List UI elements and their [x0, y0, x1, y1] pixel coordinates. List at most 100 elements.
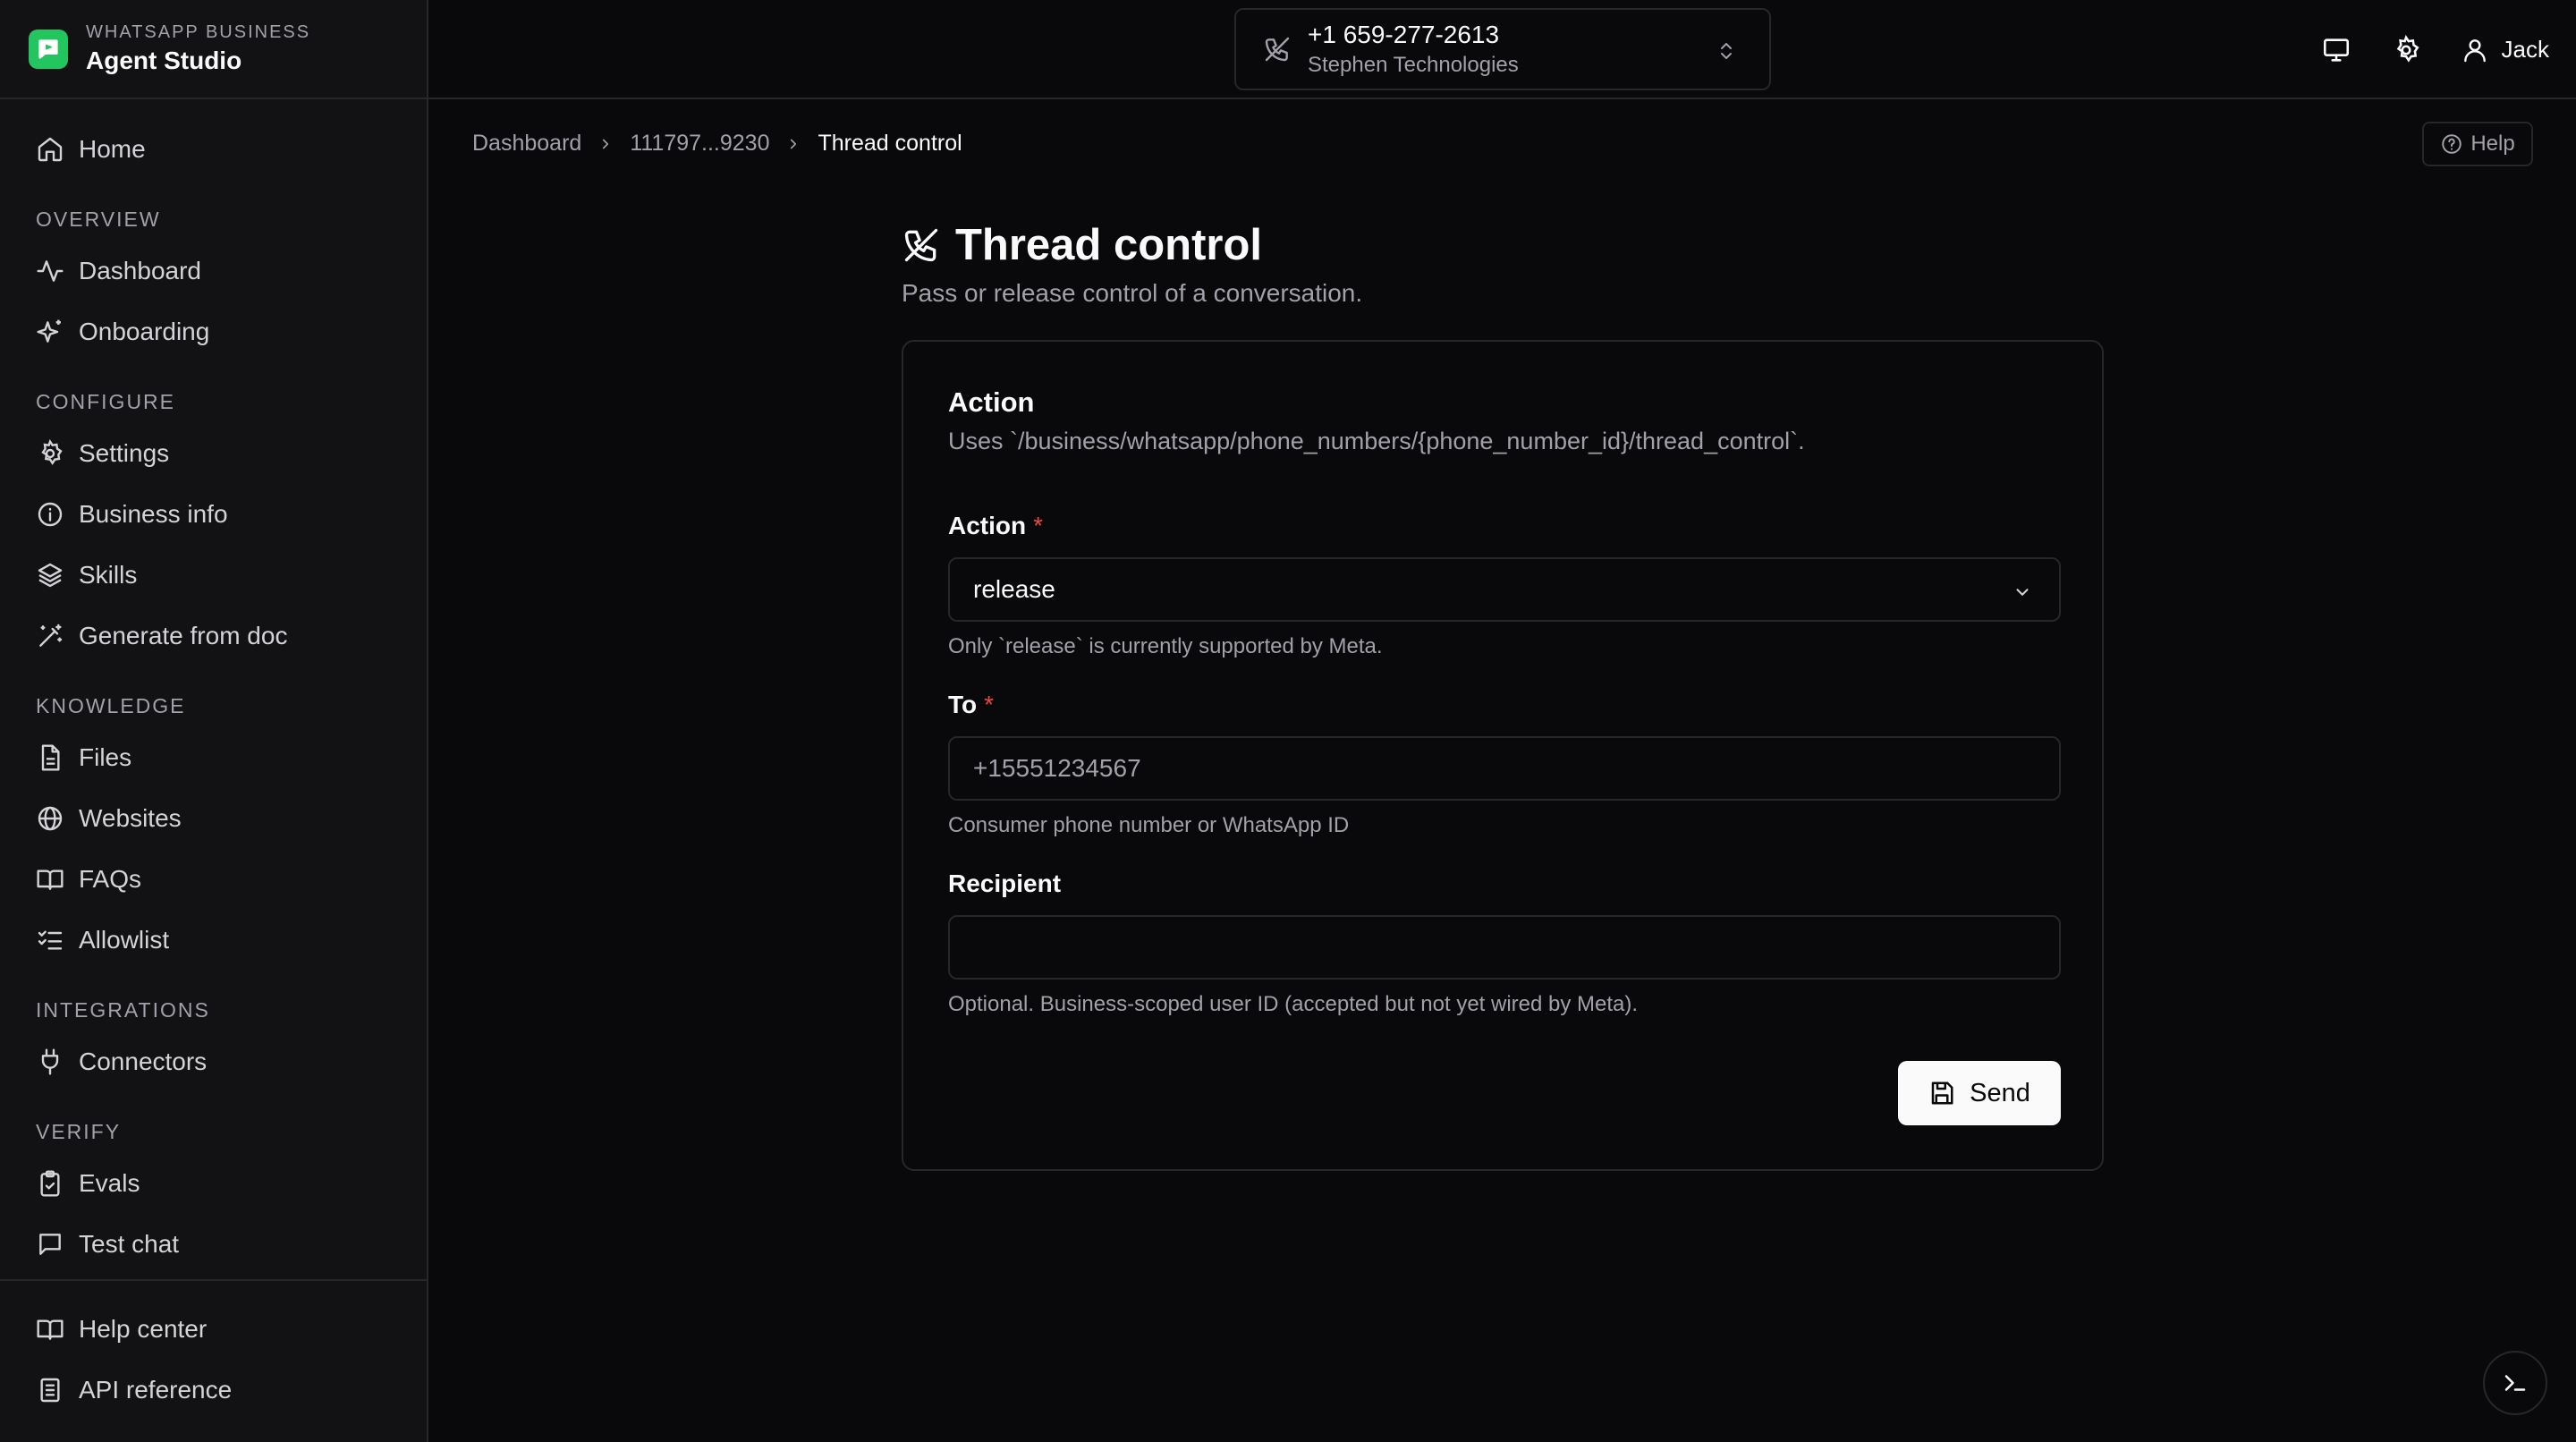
brand-subtitle: WHATSAPP BUSINESS [86, 22, 311, 42]
sidebar-item-label: Business info [79, 500, 228, 528]
sidebar-nav: Home OVERVIEW Dashboard Onboarding CONFI… [0, 99, 427, 1275]
action-help: Only `release` is currently supported by… [948, 634, 1383, 658]
sidebar-item-websites[interactable]: Websites [0, 788, 427, 849]
list-checks-icon [38, 930, 63, 950]
nav-section-verify: VERIFY [36, 1120, 122, 1143]
nav-section-knowledge: KNOWLEDGE [36, 694, 186, 717]
sidebar-item-label: Dashboard [79, 257, 201, 284]
company-name: Stephen Technologies [1308, 53, 1519, 77]
save-icon [1931, 1082, 1953, 1105]
nav-section-integrations: INTEGRATIONS [36, 998, 210, 1022]
page-title: Thread control [955, 221, 1263, 269]
sidebar-item-label: Evals [79, 1169, 140, 1197]
notebook-icon [40, 1378, 60, 1403]
sidebar-item-skills[interactable]: Skills [0, 545, 427, 606]
send-label: Send [1970, 1078, 2030, 1107]
topbar: +1 659-277-2613 Stephen Technologies Jac… [428, 0, 2576, 99]
brand[interactable]: WHATSAPP BUSINESS Agent Studio [0, 0, 427, 99]
sidebar-item-home[interactable]: Home [0, 119, 427, 180]
sidebar-item-label: Allowlist [79, 926, 170, 954]
card-title: Action [948, 386, 1035, 418]
nav-section-overview: OVERVIEW [36, 208, 161, 231]
terminal-button[interactable] [2483, 1351, 2547, 1415]
sparkles-icon [37, 319, 61, 343]
sidebar-item-connectors[interactable]: Connectors [0, 1031, 427, 1092]
sidebar-item-test-chat[interactable]: Test chat [0, 1214, 427, 1275]
recipient-label: Recipient [948, 869, 1062, 897]
sidebar-item-onboarding[interactable]: Onboarding [0, 301, 427, 362]
sidebar-item-evals[interactable]: Evals [0, 1153, 427, 1214]
breadcrumb-phone-id[interactable]: 111797...9230 [630, 131, 769, 157]
chevron-down-icon [2016, 589, 2029, 596]
monitor-icon[interactable] [2321, 35, 2351, 65]
thread-control-card: Action Uses `/business/whatsapp/phone_nu… [902, 340, 2104, 1171]
card-description: Uses `/business/whatsapp/phone_numbers/{… [948, 428, 1805, 454]
sidebar-item-label: Onboarding [79, 318, 210, 345]
sidebar-item-generate-from-doc[interactable]: Generate from doc [0, 606, 427, 666]
phone-off-icon [1265, 37, 1290, 62]
chevron-right-icon [791, 139, 797, 148]
action-label-text: Action [948, 512, 1027, 539]
recipient-field[interactable] [948, 915, 2061, 980]
sidebar-item-dashboard[interactable]: Dashboard [0, 241, 427, 301]
phone-off-icon [904, 228, 938, 262]
send-button[interactable]: Send [1898, 1061, 2061, 1125]
help-circle-icon [2442, 134, 2462, 154]
to-field[interactable] [948, 736, 2061, 801]
sidebar-item-label: Help center [79, 1315, 208, 1343]
magic-wand-icon [39, 623, 63, 647]
user-name: Jack [2501, 36, 2549, 63]
recipient-help: Optional. Business-scoped user ID (accep… [948, 992, 1639, 1016]
user-menu-button[interactable]: Jack [2461, 36, 2549, 64]
chevron-right-icon [603, 139, 609, 148]
brand-logo-icon [29, 29, 68, 69]
to-label: To * [948, 691, 994, 719]
globe-icon [38, 806, 63, 831]
brand-title: Agent Studio [86, 47, 242, 74]
sidebar-item-label: Files [79, 743, 132, 771]
chevrons-up-down-icon [1721, 43, 1732, 59]
sidebar-item-allowlist[interactable]: Allowlist [0, 910, 427, 971]
file-icon [41, 744, 60, 771]
sidebar-item-label: Websites [79, 804, 182, 832]
to-input[interactable] [973, 754, 2059, 783]
clipboard-check-icon [40, 1170, 60, 1197]
sidebar-item-label: Generate from doc [79, 622, 288, 649]
sidebar-footer: Help center API reference [0, 1279, 427, 1442]
home-icon [38, 137, 63, 162]
phone-number-switcher[interactable]: +1 659-277-2613 Stephen Technologies [1234, 8, 1771, 90]
sidebar: WHATSAPP BUSINESS Agent Studio Home OVER… [0, 0, 428, 1442]
sidebar-item-faqs[interactable]: FAQs [0, 849, 427, 910]
layers-icon [38, 563, 63, 588]
breadcrumb-dashboard[interactable]: Dashboard [472, 131, 581, 157]
required-marker: * [1033, 512, 1044, 539]
plug-icon [41, 1048, 59, 1075]
sidebar-item-label: Connectors [79, 1048, 208, 1075]
phone-number: +1 659-277-2613 [1308, 21, 1500, 48]
required-marker: * [984, 691, 995, 718]
sidebar-item-api-reference[interactable]: API reference [0, 1360, 427, 1421]
activity-icon [37, 260, 64, 282]
nav-section-configure: CONFIGURE [36, 390, 175, 413]
sidebar-item-settings[interactable]: Settings [0, 423, 427, 484]
sidebar-item-label: Skills [79, 561, 138, 589]
action-select[interactable]: release [948, 557, 2061, 622]
to-label-text: To [948, 691, 978, 718]
sidebar-item-help-center[interactable]: Help center [0, 1299, 427, 1360]
sidebar-item-label: Test chat [79, 1230, 180, 1258]
gear-icon[interactable] [2391, 34, 2421, 65]
action-select-value: release [973, 575, 1055, 603]
message-square-icon [39, 1234, 61, 1255]
page-description: Pass or release control of a conversatio… [902, 279, 1363, 307]
action-label: Action * [948, 512, 1043, 540]
help-button[interactable]: Help [2422, 122, 2533, 166]
sidebar-item-label: FAQs [79, 865, 142, 893]
sidebar-item-files[interactable]: Files [0, 727, 427, 788]
top-actions: Jack [2321, 0, 2549, 99]
recipient-input[interactable] [973, 933, 2059, 962]
terminal-icon [2504, 1375, 2526, 1391]
sidebar-item-label: Settings [79, 439, 170, 467]
sidebar-item-label: Home [79, 135, 146, 163]
breadcrumb-current: Thread control [818, 131, 962, 156]
sidebar-item-business-info[interactable]: Business info [0, 484, 427, 545]
